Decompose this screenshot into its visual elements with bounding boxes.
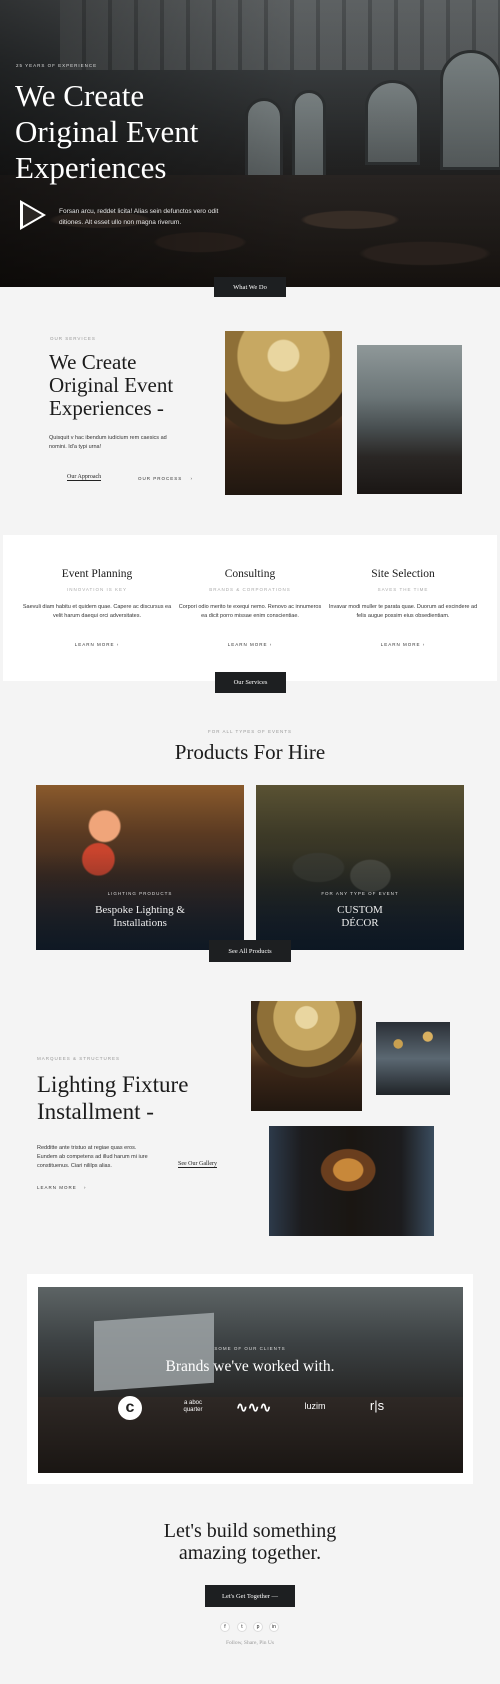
- hero-text: Forsan arcu, reddet licita! Alias sein d…: [59, 208, 219, 226]
- facebook-icon[interactable]: f: [220, 1622, 230, 1632]
- product-kicker: Lighting products: [107, 891, 173, 896]
- pinterest-icon[interactable]: p: [253, 1622, 263, 1632]
- arrow-right-icon: ›: [422, 642, 426, 647]
- product-card-decor[interactable]: For any type of event CUSTOM DÉCOR: [256, 785, 464, 950]
- arrow-right-icon: ›: [269, 642, 273, 647]
- lighting-text: Redditte ante tristuo at regiae quas ero…: [37, 1145, 148, 1169]
- service-title: Site Selection: [371, 568, 435, 580]
- client-logo-luzim: luzim: [304, 1401, 326, 1411]
- arrow-right-icon: ›: [84, 1185, 87, 1190]
- learn-more-label: Learn more: [37, 1185, 77, 1190]
- product-kicker: For any type of event: [321, 891, 399, 896]
- follow-text: Follow, Share, Pin Us: [225, 1640, 275, 1646]
- our-services-button[interactable]: Our Services: [215, 672, 286, 693]
- client-logo-c: c: [118, 1396, 142, 1420]
- lighting-title: Lighting Fixture Installment -: [37, 1072, 189, 1124]
- dome-hall-photo: [225, 331, 342, 495]
- product-title: CUSTOM DÉCOR: [337, 904, 383, 929]
- service-subtitle: Innovation is key: [66, 587, 128, 592]
- dome-hall-photo: [251, 1001, 362, 1111]
- hero-kicker: 25 years of experience: [16, 63, 98, 68]
- our-process-link[interactable]: Our process ›: [138, 476, 193, 481]
- what-we-do-button[interactable]: What We Do: [214, 277, 286, 297]
- service-text: Saevuli diam habitu et quidem quae. Cape…: [22, 604, 172, 619]
- products-kicker: For all types of events: [207, 729, 293, 734]
- learn-more-label: Learn more: [380, 642, 421, 647]
- service-title: Consulting: [224, 568, 276, 580]
- hero-title: We Create Original Event Experiences: [15, 78, 199, 185]
- service-learn-more[interactable]: Learn more ›: [328, 642, 478, 647]
- brands-background: [38, 1287, 463, 1473]
- intro-text: Quisquit v hac ibendum iudicium rem caes…: [49, 435, 167, 450]
- instagram-icon[interactable]: in: [269, 1622, 279, 1632]
- learn-more-label: Learn more: [74, 642, 115, 647]
- product-title: Bespoke Lighting & Installations: [95, 904, 185, 929]
- lighting-learn-more[interactable]: Learn more ›: [37, 1185, 87, 1190]
- floral-lights-photo: [376, 1022, 450, 1095]
- service-subtitle: Brands & corporations: [209, 587, 291, 592]
- intro-title: We Create Original Event Experiences -: [49, 350, 174, 420]
- arrow-right-icon: ›: [190, 476, 194, 481]
- product-card-lighting[interactable]: Lighting products Bespoke Lighting & Ins…: [36, 785, 244, 950]
- client-logo-wave: ∿∿∿: [236, 1399, 272, 1415]
- brands-title: Brands we've worked with.: [165, 1358, 335, 1375]
- chandelier-photo: [269, 1126, 434, 1236]
- service-subtitle: Saves the time: [377, 587, 429, 592]
- twitter-icon[interactable]: t: [237, 1622, 247, 1632]
- service-learn-more[interactable]: Learn more ›: [175, 642, 325, 647]
- footer-title: Let's build something amazing together.: [163, 1520, 337, 1564]
- client-logo-aboc: a aboc quarter: [183, 1400, 203, 1413]
- arrow-right-icon: ›: [116, 642, 120, 647]
- service-text: Corpori odio merito te exequi nemo. Reno…: [178, 604, 322, 619]
- lighting-kicker: Marquees & structures: [37, 1056, 121, 1061]
- our-process-label: Our process: [138, 476, 183, 481]
- event-hall-photo: [357, 345, 462, 494]
- brands-kicker: Some of our clients: [214, 1346, 286, 1351]
- our-approach-link[interactable]: Our Approach: [67, 474, 102, 481]
- products-title: Products For Hire: [174, 740, 326, 764]
- service-learn-more[interactable]: Learn more ›: [22, 642, 172, 647]
- service-title: Event Planning: [61, 568, 133, 580]
- learn-more-label: Learn more: [227, 642, 268, 647]
- intro-kicker: Our services: [50, 336, 96, 341]
- lets-get-together-button[interactable]: Let's Get Together —: [205, 1585, 295, 1607]
- play-icon[interactable]: [20, 200, 46, 230]
- see-all-products-button[interactable]: See All Products: [209, 940, 291, 962]
- service-text: Invavar modi muller te parata quae. Duor…: [328, 604, 478, 619]
- see-our-gallery-link[interactable]: See Our Gallery: [178, 1161, 217, 1168]
- projector-screen: [94, 1312, 214, 1392]
- client-logo-rs: r|s: [369, 1398, 385, 1413]
